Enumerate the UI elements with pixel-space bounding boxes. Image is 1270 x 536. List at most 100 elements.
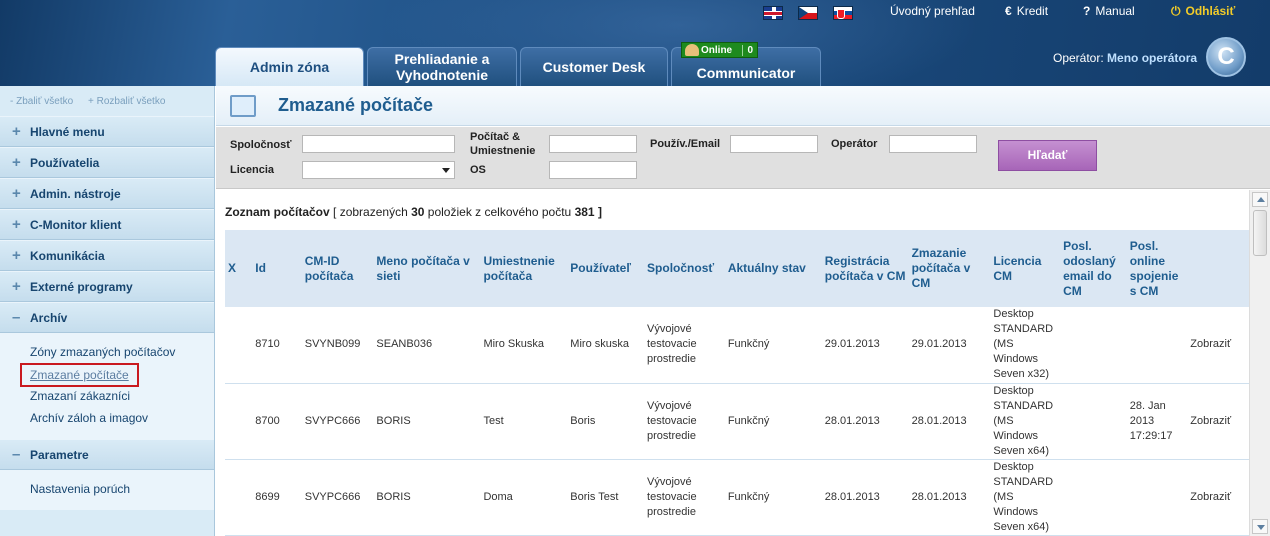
tab-prehliadanie[interactable]: Prehliadanie a Vyhodnotenie: [367, 47, 517, 86]
sidebar-item-label: Komunikácia: [30, 248, 105, 263]
cell-location: Miro Skuska: [480, 307, 568, 384]
user-email-input[interactable]: [730, 135, 818, 153]
sidebar-subitem-archiv-zaloh[interactable]: Archív záloh a imagov: [30, 407, 214, 429]
sidebar-subitem-zony-zmazanych[interactable]: Zóny zmazaných počítačov: [30, 341, 214, 363]
license-select[interactable]: [302, 161, 455, 179]
sidebar-item-label: Používatelia: [30, 155, 100, 170]
company-label: Spoločnosť: [230, 139, 292, 151]
table-row[interactable]: 8710 SVYNB099 SEANB036 Miro Skuska Miro …: [225, 307, 1249, 384]
cell-registered: 28.01.2013: [821, 383, 909, 460]
vertical-scrollbar[interactable]: [1249, 190, 1270, 536]
list-summary-title: Zoznam počítačov: [225, 205, 330, 219]
column-header[interactable]: Id: [252, 230, 302, 307]
cell-company: Vývojové testovacie prostredie: [644, 307, 725, 384]
user-email-label: Použív./Email: [650, 138, 721, 150]
cell-user: Boris: [567, 383, 645, 460]
scroll-up-icon[interactable]: [1252, 192, 1268, 207]
cell-name: BORIS: [373, 383, 481, 460]
search-button[interactable]: Hľadať: [998, 140, 1097, 171]
header: Úvodný prehľad € Kredit ? Manual ⏻ Odhlásiť…: [0, 0, 1270, 86]
expand-all-link[interactable]: + Rozbaliť všetko: [88, 96, 165, 107]
tab-admin-zona[interactable]: Admin zóna: [215, 47, 364, 86]
sidebar-item-hlavne-menu[interactable]: + Hlavné menu: [0, 116, 214, 147]
plus-icon: +: [12, 154, 21, 171]
list-total-count: 381: [574, 205, 595, 219]
column-header[interactable]: Zmazanie počítača v CM: [908, 230, 991, 307]
cell-name: BORIS: [373, 459, 481, 536]
sidebar-item-externe-programy[interactable]: + Externé programy: [0, 271, 214, 302]
cell-license: Desktop STANDARD (MS Windows Seven x64): [990, 383, 1061, 460]
operator-filter-label: Operátor: [831, 138, 878, 150]
overview-link[interactable]: Úvodný prehľad: [890, 4, 975, 18]
os-input[interactable]: [549, 161, 637, 179]
sidebar-item-admin-nastroje[interactable]: + Admin. nástroje: [0, 178, 214, 209]
cell-company: Vývojové testovacie prostredie: [644, 459, 725, 536]
column-header[interactable]: Posl. odoslaný email do CM: [1060, 230, 1127, 307]
sk-flag-icon[interactable]: [833, 6, 853, 20]
show-link[interactable]: Zobraziť: [1187, 307, 1249, 384]
scroll-down-icon[interactable]: [1252, 519, 1268, 534]
cell-company: Vývojové testovacie prostredie: [644, 383, 725, 460]
column-header[interactable]: Používateľ: [567, 230, 645, 307]
collapse-all-link[interactable]: - Zbaliť všetko: [10, 96, 73, 107]
pc-location-input[interactable]: [549, 135, 637, 153]
power-icon: ⏻: [1171, 4, 1181, 18]
sidebar-item-komunikacia[interactable]: + Komunikácia: [0, 240, 214, 271]
column-header: [1187, 230, 1249, 307]
cell-last-email: [1060, 459, 1127, 536]
table-row[interactable]: 8700 SVYPC666 BORIS Test Boris Vývojové …: [225, 383, 1249, 460]
online-status-badge[interactable]: Online 0: [681, 42, 758, 58]
column-header[interactable]: Meno počítača v sieti: [373, 230, 481, 307]
logout-link[interactable]: ⏻ Odhlásiť: [1171, 4, 1235, 19]
operator-input[interactable]: [889, 135, 977, 153]
column-header[interactable]: CM-ID počítača: [301, 230, 374, 307]
help-icon: ?: [1083, 4, 1091, 18]
column-header[interactable]: Aktuálny stav: [724, 230, 822, 307]
sidebar-subitem-nastavenia-poruch[interactable]: Nastavenia porúch: [30, 478, 214, 500]
sidebar-item-archiv[interactable]: – Archív: [0, 302, 214, 333]
show-link[interactable]: Zobraziť: [1187, 459, 1249, 536]
sidebar-subitem-zmazane-pocitace[interactable]: Zmazané počítače: [20, 363, 139, 387]
sidebar-subitem-zmazani-zakaznici[interactable]: Zmazaní zákazníci: [30, 385, 214, 407]
column-header[interactable]: Posl. online spojenie s CM: [1126, 230, 1188, 307]
list-summary: Zoznam počítačov [ zobrazených 30 položi…: [225, 205, 602, 219]
plus-icon: +: [12, 123, 21, 140]
cell-registered: 28.01.2013: [821, 459, 909, 536]
cell-deleted: 28.01.2013: [908, 383, 991, 460]
cell-x: [225, 459, 253, 536]
sidebar: - Zbaliť všetko + Rozbaliť všetko + Hlavn…: [0, 86, 215, 536]
scroll-thumb[interactable]: [1253, 210, 1267, 256]
cell-x: [225, 307, 253, 384]
show-link[interactable]: Zobraziť: [1187, 383, 1249, 460]
tab-customer-desk[interactable]: Customer Desk: [520, 47, 668, 86]
sidebar-item-label: C-Monitor klient: [30, 217, 122, 232]
parametre-submenu: Nastavenia porúch: [0, 470, 214, 510]
credit-link[interactable]: € Kredit: [1005, 4, 1048, 18]
sidebar-item-c-monitor-klient[interactable]: + C-Monitor klient: [0, 209, 214, 240]
computers-table: X Id CM-ID počítača Meno počítača v siet…: [225, 230, 1249, 536]
app-logo-icon: C: [1206, 37, 1246, 77]
sidebar-item-label: Archív: [30, 310, 68, 325]
manual-link[interactable]: ? Manual: [1083, 4, 1135, 18]
column-header[interactable]: Registrácia počítača v CM: [821, 230, 909, 307]
plus-icon: +: [12, 247, 21, 264]
sidebar-item-parametre[interactable]: – Parametre: [0, 439, 214, 470]
operator-name[interactable]: Meno operátora: [1107, 51, 1197, 65]
table-row[interactable]: 8699 SVYPC666 BORIS Doma Boris Test Vývo…: [225, 459, 1249, 536]
company-input[interactable]: [302, 135, 455, 153]
table-header-row: X Id CM-ID počítača Meno počítača v siet…: [225, 230, 1249, 307]
column-header[interactable]: Umiestnenie počítača: [480, 230, 568, 307]
sidebar-item-pouzivatelia[interactable]: + Používatelia: [0, 147, 214, 178]
operator-label: Operátor:: [1053, 51, 1104, 65]
euro-icon: €: [1005, 4, 1012, 18]
plus-icon: +: [12, 278, 21, 295]
column-header[interactable]: Spoločnosť: [644, 230, 725, 307]
column-header[interactable]: X: [225, 230, 253, 307]
cz-flag-icon[interactable]: [798, 6, 818, 20]
minus-icon: –: [12, 309, 21, 326]
column-header[interactable]: Licencia CM: [990, 230, 1061, 307]
cell-registered: 29.01.2013: [821, 307, 909, 384]
uk-flag-icon[interactable]: [763, 6, 783, 20]
pc-location-label-line1: Počítač &: [470, 131, 521, 143]
cell-location: Test: [480, 383, 568, 460]
